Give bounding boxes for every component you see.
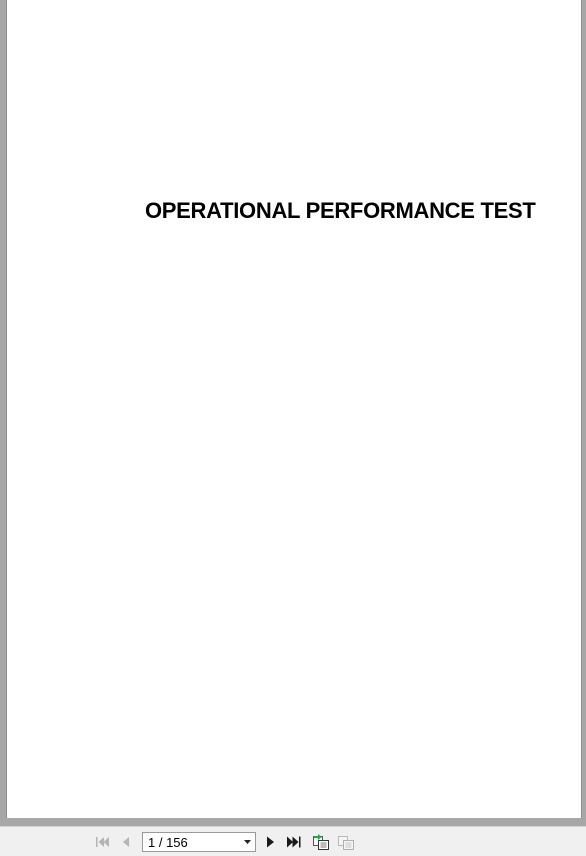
next-page-icon: [267, 836, 274, 848]
page-number-value: 1 / 156: [148, 835, 188, 850]
go-forward-view-button[interactable]: [337, 833, 355, 851]
next-page-button[interactable]: [261, 833, 279, 851]
pdf-page: OPERATIONAL PERFORMANCE TEST: [6, 0, 582, 818]
last-page-button[interactable]: [285, 833, 303, 851]
first-page-icon: [96, 837, 109, 847]
page-number-field[interactable]: 1 / 156: [142, 832, 256, 852]
go-forward-icon: [338, 836, 354, 850]
navigation-toolbar: 1 / 156: [0, 826, 586, 856]
go-back-icon: [313, 834, 329, 850]
last-page-icon: [287, 836, 301, 848]
page-dropdown-arrow[interactable]: [242, 837, 252, 847]
page-title: OPERATIONAL PERFORMANCE TEST: [145, 198, 536, 223]
previous-page-button[interactable]: [117, 833, 135, 851]
chevron-down-icon: [243, 840, 251, 844]
go-back-view-button[interactable]: [312, 833, 330, 851]
first-page-button[interactable]: [93, 833, 111, 851]
document-viewer[interactable]: OPERATIONAL PERFORMANCE TEST: [0, 0, 586, 826]
previous-page-icon: [123, 837, 129, 847]
